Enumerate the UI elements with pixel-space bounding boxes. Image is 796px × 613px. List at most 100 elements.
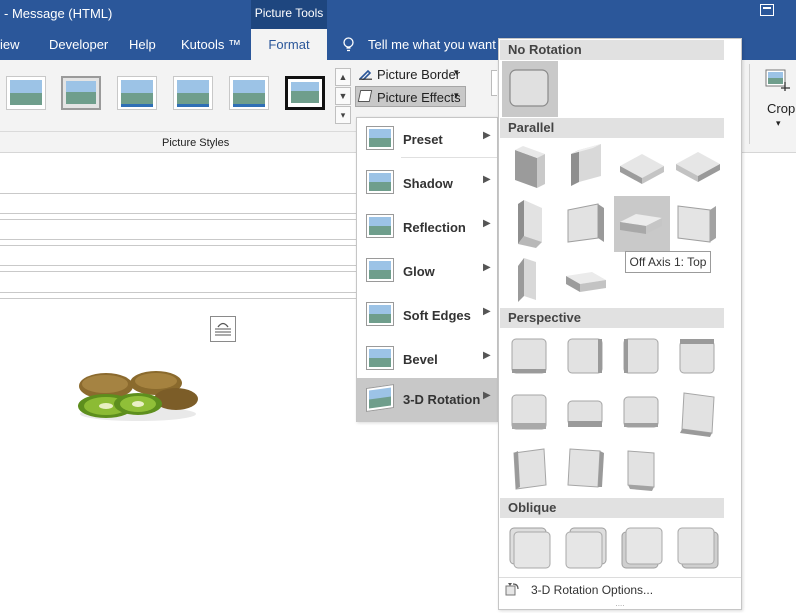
preset-perspective-heroic[interactable]	[558, 385, 614, 441]
preset-oblique-bottom-left[interactable]	[614, 520, 670, 576]
preset-off-axis-1-left[interactable]	[502, 252, 558, 308]
group-divider	[0, 131, 356, 132]
menu-separator	[401, 157, 497, 158]
tab-format[interactable]: Format	[251, 29, 327, 60]
menu-item-glow[interactable]: Glow ▶	[357, 250, 497, 294]
gallery-more-button[interactable]: ▾	[335, 106, 351, 124]
crop-button[interactable]: Crop	[767, 101, 795, 116]
3d-rotation-gallery: No Rotation Parallel Off Axis 1: Top Per…	[498, 38, 742, 610]
preset-isometric-right-down[interactable]	[670, 196, 726, 252]
preset-isometric-bottom-up[interactable]	[558, 196, 614, 252]
tab-help[interactable]: Help	[129, 37, 156, 52]
menu-item-label: Shadow	[403, 176, 453, 191]
soft-edges-icon	[366, 302, 394, 326]
layout-options-icon[interactable]	[210, 316, 236, 342]
picture-border-button[interactable]: Picture Border	[377, 67, 460, 82]
menu-item-label: Preset	[403, 132, 443, 147]
preset-isometric-left-down[interactable]	[502, 140, 558, 196]
preset-oblique-top-right[interactable]	[558, 520, 614, 576]
preset-perspective-right[interactable]	[614, 329, 670, 385]
gallery-up-button[interactable]: ▲	[335, 68, 351, 86]
preset-off-axis-1-top[interactable]	[614, 196, 670, 252]
picture-tools-context: Picture Tools	[251, 0, 327, 29]
crop-dropdown-icon[interactable]: ▾	[776, 118, 781, 129]
submenu-arrow-icon: ▶	[483, 174, 491, 185]
menu-item-3d-rotation[interactable]: 3-D Rotation ▶	[357, 378, 497, 422]
picture-effects-menu: Preset ▶ Shadow ▶ Reflection ▶ Glow ▶ So…	[356, 117, 498, 422]
picture-border-icon	[359, 67, 372, 82]
preset-perspective-left-tilt[interactable]	[502, 441, 558, 497]
section-perspective: Perspective	[500, 308, 724, 328]
3d-rotation-icon	[366, 384, 394, 412]
preset-oblique-top-left[interactable]	[502, 520, 558, 576]
preset-isometric-right-up[interactable]	[558, 140, 614, 196]
submenu-arrow-icon: ▶	[483, 130, 491, 141]
menu-item-soft-edges[interactable]: Soft Edges ▶	[357, 294, 497, 338]
gallery-down-button[interactable]: ▼	[335, 87, 351, 105]
submenu-arrow-icon: ▶	[483, 350, 491, 361]
menu-item-label: Reflection	[403, 220, 466, 235]
preset-perspective-heroic-extreme[interactable]	[614, 441, 670, 497]
preset-isometric-top-up[interactable]	[614, 140, 670, 196]
tab-view[interactable]: iew	[0, 37, 20, 52]
picture-border-dropdown-icon[interactable]: ▾	[454, 67, 459, 78]
window-title: - Message (HTML)	[4, 6, 113, 21]
crop-icon[interactable]	[765, 68, 791, 92]
preset-perspective-contrasting[interactable]	[614, 385, 670, 441]
preset-off-axis-1-right[interactable]	[558, 252, 614, 308]
picture-style-5[interactable]	[229, 76, 269, 110]
tell-me-search[interactable]: Tell me what you want to	[368, 37, 510, 52]
menu-item-label: Bevel	[403, 352, 438, 367]
tooltip: Off Axis 1: Top	[625, 251, 711, 273]
menu-item-label: Soft Edges	[403, 308, 471, 323]
shadow-icon	[366, 170, 394, 194]
submenu-arrow-icon: ▶	[483, 306, 491, 317]
section-parallel: Parallel	[500, 118, 724, 138]
preset-perspective-right-tilt[interactable]	[558, 441, 614, 497]
picture-effects-label: Picture Effects	[377, 90, 461, 105]
menu-item-bevel[interactable]: Bevel ▶	[357, 338, 497, 382]
obscured-control	[491, 70, 497, 96]
picture-style-1[interactable]	[6, 76, 46, 110]
submenu-arrow-icon: ▶	[483, 262, 491, 273]
section-no-rotation: No Rotation	[500, 40, 724, 60]
preset-perspective-below[interactable]	[670, 329, 726, 385]
preset-isometric-bottom-down[interactable]	[502, 196, 558, 252]
lightbulb-icon	[342, 37, 355, 52]
gallery-separator	[499, 577, 741, 578]
3d-rotation-options-button[interactable]: 3-D Rotation Options...	[500, 579, 740, 601]
menu-item-preset[interactable]: Preset ▶	[357, 118, 497, 162]
resize-grip-icon[interactable]: ....	[610, 600, 630, 608]
preset-icon	[366, 126, 394, 150]
submenu-arrow-icon: ▶	[483, 218, 491, 229]
ribbon-display-icon[interactable]	[760, 4, 774, 16]
kiwi-image[interactable]	[76, 366, 200, 426]
picture-effects-button-bg[interactable]: Picture Effects ▾	[355, 86, 466, 107]
preset-no-rotation[interactable]	[502, 61, 558, 117]
reflection-icon	[366, 214, 394, 238]
preset-perspective-front[interactable]	[502, 329, 558, 385]
title-bar: - Message (HTML)	[0, 0, 796, 29]
menu-item-label: Glow	[403, 264, 435, 279]
submenu-arrow-icon: ▶	[483, 390, 491, 401]
menu-item-shadow[interactable]: Shadow ▶	[357, 162, 497, 206]
preset-perspective-left[interactable]	[558, 329, 614, 385]
picture-styles-group-label: Picture Styles	[162, 137, 230, 149]
tab-developer[interactable]: Developer	[49, 37, 108, 52]
picture-style-6[interactable]	[285, 76, 325, 110]
tab-kutools[interactable]: Kutools ™	[181, 37, 241, 52]
3d-rotation-options-label: 3-D Rotation Options...	[531, 583, 654, 597]
bevel-icon	[366, 346, 394, 370]
picture-effects-dropdown-icon: ▾	[454, 90, 459, 100]
picture-effects-icon	[357, 90, 373, 102]
preset-oblique-bottom-right[interactable]	[670, 520, 726, 576]
preset-isometric-top-down[interactable]	[670, 140, 726, 196]
glow-icon	[366, 258, 394, 282]
menu-item-reflection[interactable]: Reflection ▶	[357, 206, 497, 250]
picture-style-3[interactable]	[117, 76, 157, 110]
picture-style-2[interactable]	[61, 76, 101, 110]
preset-perspective-above[interactable]	[502, 385, 558, 441]
picture-style-4[interactable]	[173, 76, 213, 110]
section-oblique: Oblique	[500, 498, 724, 518]
preset-perspective-relaxed[interactable]	[670, 385, 726, 441]
